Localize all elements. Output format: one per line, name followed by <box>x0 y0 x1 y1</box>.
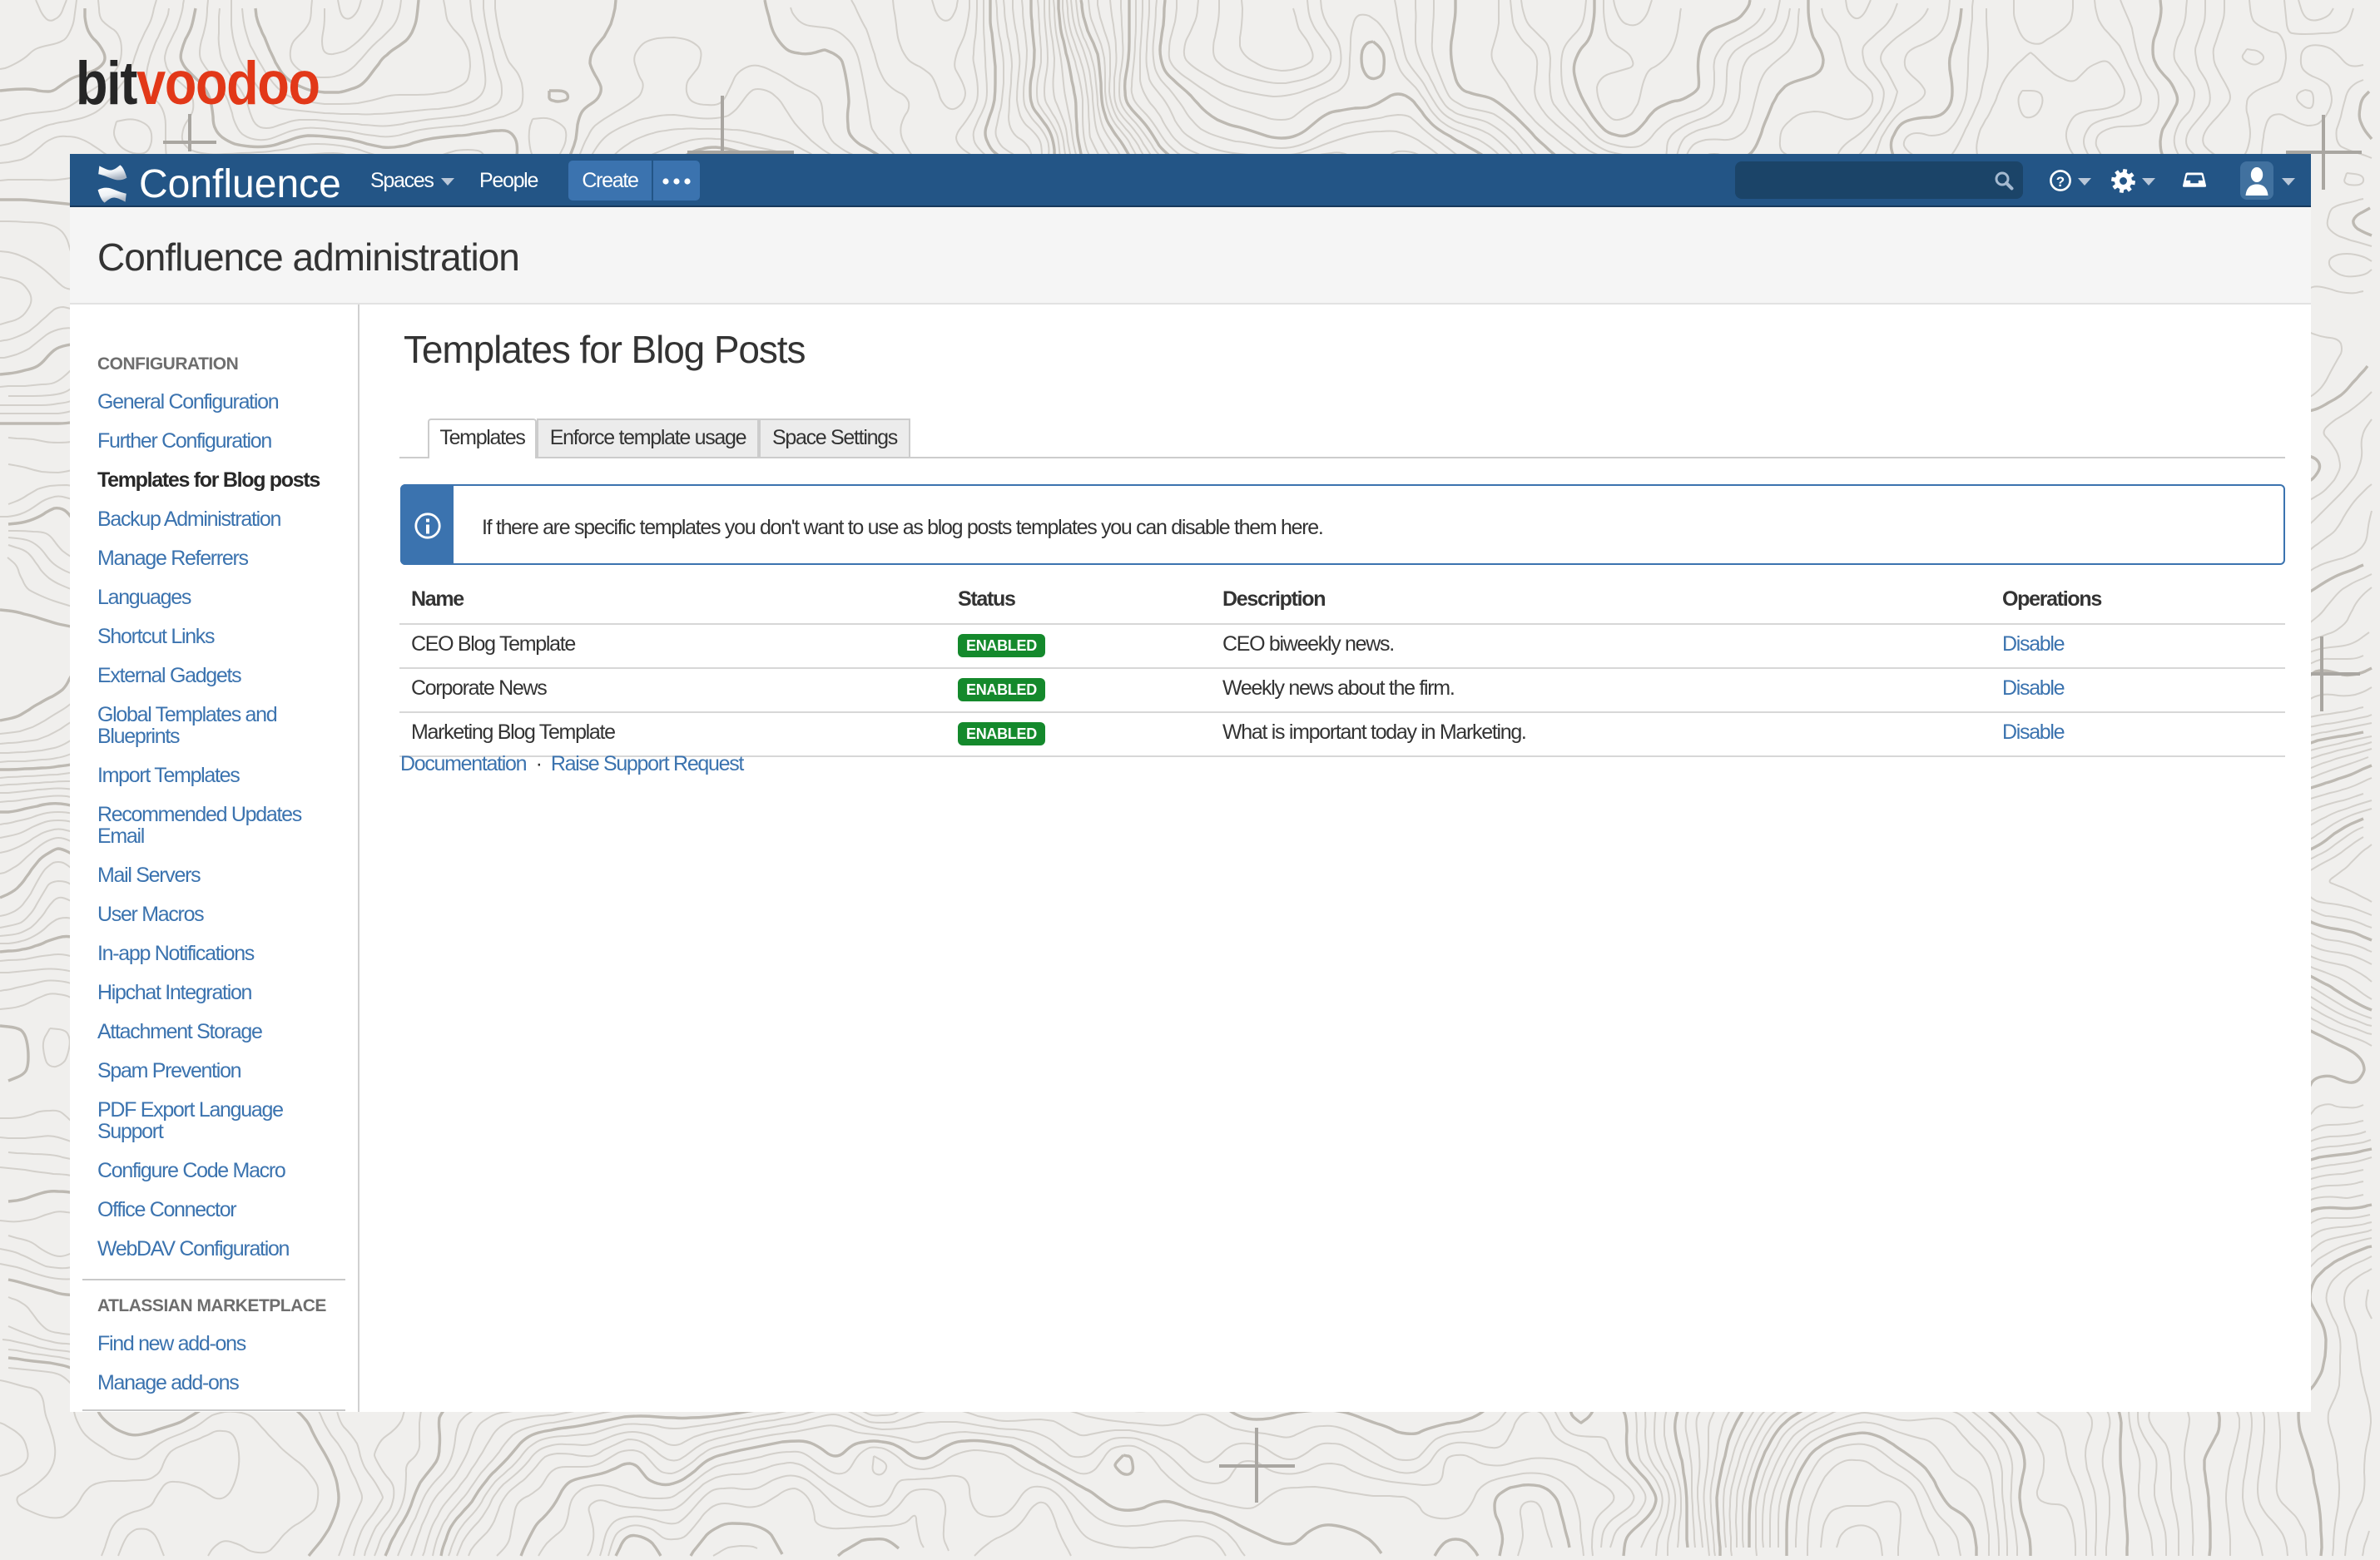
svg-text:?: ? <box>2056 174 2065 190</box>
